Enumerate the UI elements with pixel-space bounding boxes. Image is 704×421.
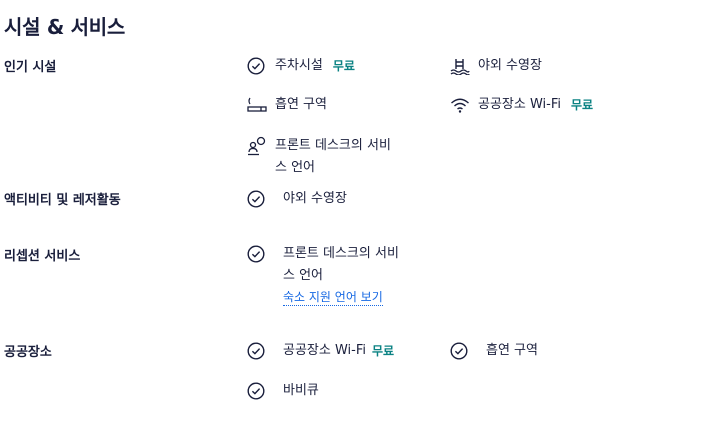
- facility-label-line1: 프론트 데스크의 서비: [275, 138, 391, 153]
- free-badge: 무료: [332, 59, 355, 73]
- facility-label-line2: 스 언어: [283, 268, 324, 283]
- facility-label-line2: 스 언어: [275, 160, 316, 175]
- public-bbq: 바비큐: [247, 380, 319, 402]
- check-circle-icon: [247, 243, 267, 265]
- facility-parking: 주차시설 무료: [247, 55, 355, 77]
- public-smoking-area: 흡연 구역: [450, 340, 538, 362]
- category-popular-facilities: 인기 시설: [4, 60, 57, 75]
- facility-label: 공공장소 Wi-Fi: [478, 97, 561, 112]
- facility-label: 바비큐: [283, 383, 319, 398]
- facility-smoking-area: 흡연 구역: [247, 94, 327, 116]
- concierge-icon: [247, 135, 267, 157]
- check-circle-icon: [247, 380, 267, 402]
- facility-public-wifi: 공공장소 Wi-Fi 무료: [450, 94, 593, 116]
- facility-label: 야외 수영장: [283, 191, 347, 206]
- free-badge: 무료: [571, 98, 594, 112]
- facility-label: 주차시설: [275, 58, 323, 73]
- facility-label: 공공장소 Wi-Fi: [283, 343, 366, 358]
- facility-label: 야외 수영장: [478, 58, 542, 73]
- activity-outdoor-pool: 야외 수영장: [247, 188, 347, 210]
- facility-label: 흡연 구역: [486, 343, 538, 358]
- check-circle-icon: [450, 340, 470, 362]
- free-badge: 무료: [372, 344, 395, 358]
- page-title: 시설 & 서비스: [4, 15, 125, 39]
- check-circle-icon: [247, 188, 267, 210]
- category-reception: 리셉션 서비스: [4, 249, 81, 264]
- category-activities: 액티비티 및 레저활동: [4, 193, 121, 208]
- facility-outdoor-pool: 야외 수영장: [450, 55, 542, 77]
- view-supported-languages-link[interactable]: 숙소 지원 언어 보기: [283, 289, 383, 306]
- facility-label: 흡연 구역: [275, 97, 327, 112]
- smoking-icon: [247, 94, 267, 116]
- category-public-areas: 공공장소: [4, 345, 52, 360]
- check-circle-icon: [247, 55, 267, 77]
- check-circle-icon: [247, 340, 267, 362]
- wifi-icon: [450, 94, 470, 116]
- facility-front-desk-languages: 프론트 데스크의 서비 스 언어: [247, 135, 391, 179]
- facility-label-line1: 프론트 데스크의 서비: [283, 246, 399, 261]
- pool-icon: [450, 55, 470, 77]
- reception-front-desk-languages: 프론트 데스크의 서비 스 언어: [247, 243, 399, 287]
- public-wifi: 공공장소 Wi-Fi 무료: [247, 340, 394, 362]
